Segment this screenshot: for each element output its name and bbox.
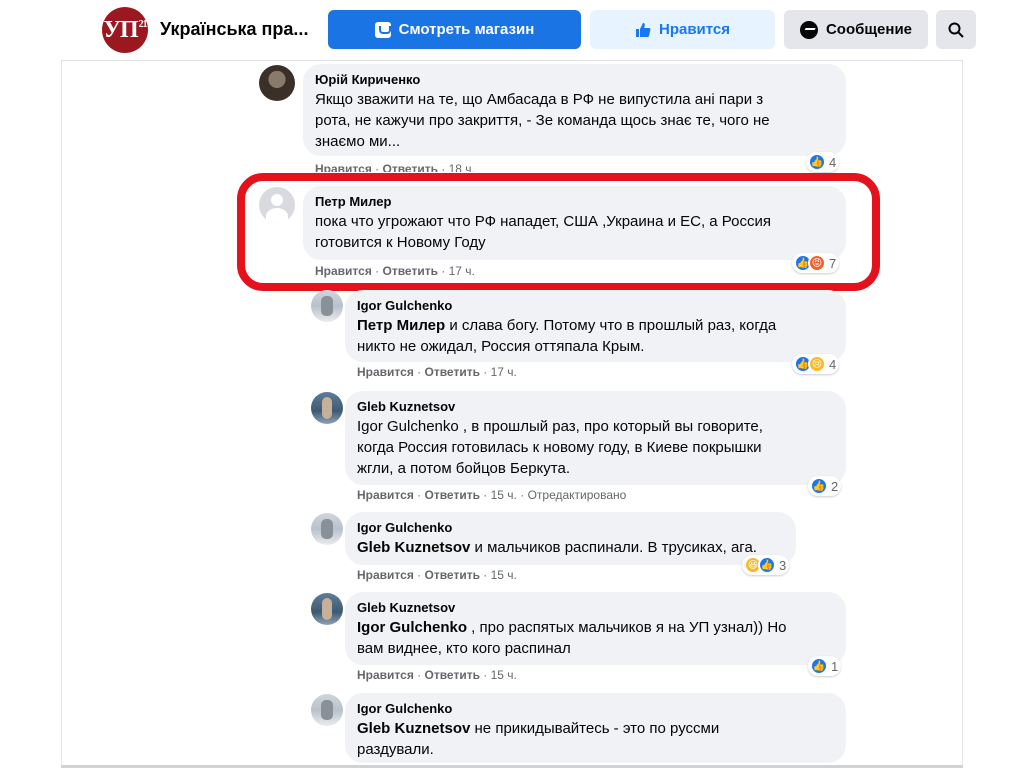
- avatar[interactable]: [259, 65, 295, 101]
- mention-link[interactable]: Gleb Kuznetsov: [357, 539, 470, 556]
- comment-text: Петр Милер и слава богу. Потому что в пр…: [357, 317, 777, 355]
- comment-actions: Нравится · Ответить · 15 ч.: [357, 568, 517, 582]
- mention-link[interactable]: Петр Милер: [357, 317, 445, 334]
- comment-bubble: Gleb Kuznetsov Igor Gulchenko , в прошлы…: [345, 391, 846, 485]
- comment-text: Gleb Kuznetsov и мальчиков распинали. В …: [357, 539, 757, 556]
- like-link[interactable]: Нравится: [357, 568, 414, 582]
- reaction-count: 4: [829, 356, 837, 372]
- comment-text: Igor Gulchenko , про распятых мальчиков …: [357, 619, 787, 657]
- reply-link[interactable]: Ответить: [425, 365, 480, 379]
- comment-bubble: Gleb Kuznetsov Igor Gulchenko , про расп…: [345, 592, 846, 665]
- comment-author[interactable]: Igor Gulchenko: [357, 701, 834, 717]
- message-button[interactable]: Сообщение: [784, 10, 928, 49]
- divider: [61, 60, 963, 61]
- avatar[interactable]: [311, 392, 343, 424]
- comment-author[interactable]: Gleb Kuznetsov: [357, 600, 834, 616]
- reply-link[interactable]: Ответить: [383, 162, 438, 172]
- comment-bubble: Igor Gulchenko Gleb Kuznetsov не прикиды…: [345, 693, 846, 763]
- comment-actions: Нравится · Ответить · 17 ч.: [357, 365, 517, 379]
- comment-bubble: Igor Gulchenko Петр Милер и слава богу. …: [345, 290, 846, 362]
- comment-actions: Нравится · Ответить · 18 ч.: [315, 162, 475, 172]
- reply-link[interactable]: Ответить: [425, 488, 480, 502]
- messenger-icon: [799, 20, 818, 39]
- mention-link[interactable]: Igor Gulchenko: [357, 619, 467, 636]
- message-label: Сообщение: [825, 21, 913, 38]
- comment-author[interactable]: Igor Gulchenko: [357, 520, 784, 536]
- like-link[interactable]: Нравится: [357, 488, 414, 502]
- like-reaction-icon: 👍: [808, 153, 826, 171]
- like-page-label: Нравится: [658, 21, 731, 38]
- avatar[interactable]: [311, 694, 343, 726]
- comment-time: 15 ч.: [490, 668, 517, 682]
- view-shop-label: Смотреть магазин: [398, 21, 535, 38]
- search-icon: [948, 22, 964, 38]
- like-link[interactable]: Нравится: [315, 162, 372, 172]
- comment-bubble: Юрій Кириченко Якщо зважити на те, що Ам…: [303, 64, 846, 156]
- like-link[interactable]: Нравится: [357, 668, 414, 682]
- page-header: УП 21 Українська пра... Смотреть магазин …: [0, 0, 1024, 60]
- like-reaction-icon: 👍: [810, 657, 828, 675]
- red-highlight-box: [237, 173, 880, 291]
- sad-reaction-icon: 😢: [808, 355, 826, 373]
- reaction-summary[interactable]: 👍 1: [808, 656, 842, 676]
- like-link[interactable]: Нравится: [357, 365, 414, 379]
- page-logo[interactable]: УП 21: [102, 7, 148, 53]
- comment-time: 18 ч.: [448, 162, 475, 172]
- comment-actions: Нравится · Ответить · 15 ч.: [357, 668, 517, 682]
- shop-icon: [374, 21, 391, 38]
- reaction-summary[interactable]: 👍 😢 4: [792, 354, 840, 374]
- reaction-count: 2: [831, 478, 839, 494]
- view-shop-button[interactable]: Смотреть магазин: [328, 10, 581, 49]
- thumbs-up-icon: [635, 22, 651, 37]
- like-page-button[interactable]: Нравится: [590, 10, 775, 49]
- reaction-summary[interactable]: 😆 👍 3: [742, 555, 790, 575]
- mention-link[interactable]: Gleb Kuznetsov: [357, 720, 470, 737]
- like-reaction-icon: 👍: [810, 477, 828, 495]
- comment-text: Gleb Kuznetsov не прикидывайтесь - это п…: [357, 720, 720, 758]
- search-button[interactable]: [936, 10, 976, 49]
- page-name[interactable]: Українська пра...: [160, 19, 308, 40]
- reaction-summary[interactable]: 👍 4: [806, 152, 840, 172]
- comment-time: 15 ч.: [490, 488, 517, 502]
- comment-actions: Нравится · Ответить · 15 ч. · Отредактир…: [357, 488, 627, 502]
- comment-time: 17 ч.: [490, 365, 517, 379]
- reaction-summary[interactable]: 👍 2: [808, 476, 842, 496]
- comment-author[interactable]: Igor Gulchenko: [357, 298, 834, 314]
- reaction-count: 1: [831, 658, 839, 674]
- comment-text: Якщо зважити на те, що Амбасада в РФ не …: [315, 91, 770, 150]
- comment-text: Igor Gulchenko , в прошлый раз, про кото…: [357, 418, 763, 477]
- comment-author[interactable]: Gleb Kuznetsov: [357, 399, 834, 415]
- reaction-count: 3: [779, 557, 787, 573]
- avatar[interactable]: [311, 593, 343, 625]
- reply-link[interactable]: Ответить: [425, 668, 480, 682]
- comment-bubble: Igor Gulchenko Gleb Kuznetsov и мальчико…: [345, 512, 796, 565]
- edited-label[interactable]: Отредактировано: [528, 488, 627, 502]
- comment-time: 15 ч.: [490, 568, 517, 582]
- comment-author[interactable]: Юрій Кириченко: [315, 72, 834, 88]
- like-reaction-icon: 👍: [758, 556, 776, 574]
- reaction-count: 4: [829, 154, 837, 170]
- avatar[interactable]: [311, 290, 343, 322]
- avatar[interactable]: [311, 513, 343, 545]
- reply-link[interactable]: Ответить: [425, 568, 480, 582]
